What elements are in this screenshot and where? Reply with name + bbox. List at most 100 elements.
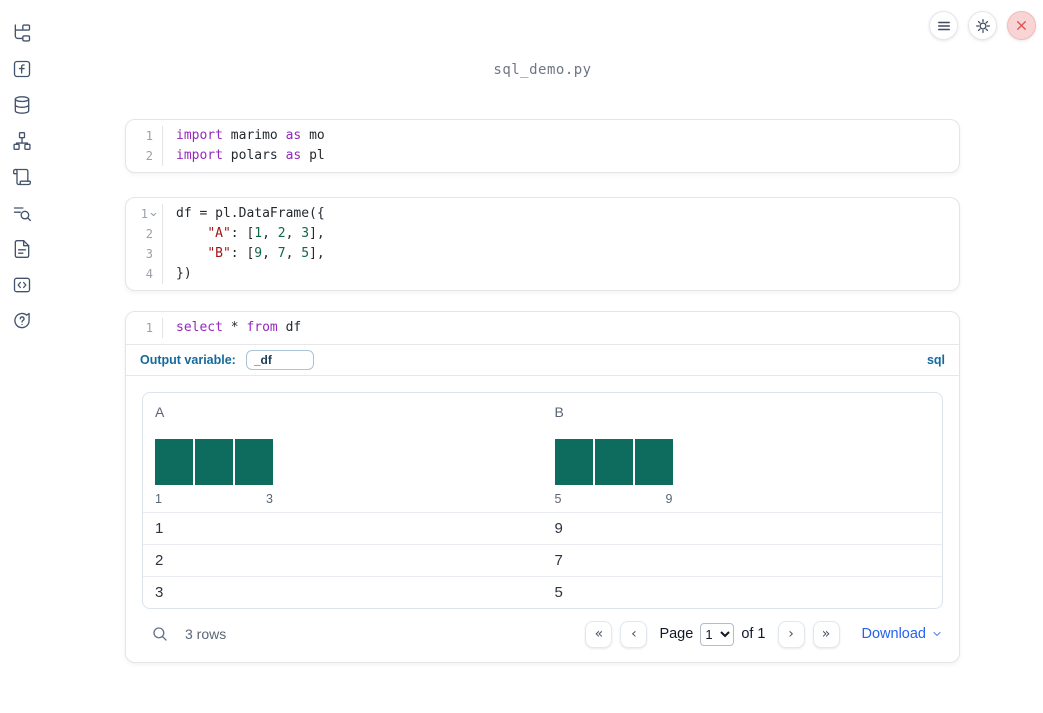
sidebar: [0, 0, 44, 713]
page-indicator: Page 1 of 1: [659, 622, 766, 646]
code-token: df = pl.DataFrame({: [176, 206, 325, 221]
function-square-icon: [13, 60, 31, 78]
code-content: import marimo as mo import polars as pl: [163, 126, 325, 166]
number-token: 5: [301, 246, 310, 261]
last-page-button[interactable]: »: [812, 620, 840, 648]
code-token: mo: [301, 128, 325, 143]
sidebar-item-scratchpad[interactable]: [12, 203, 32, 223]
code-line: df = pl.DataFrame({: [176, 204, 325, 224]
sidebar-item-variables[interactable]: [12, 59, 32, 79]
table-cell: 7: [554, 552, 563, 569]
code-content: df = pl.DataFrame({ "A": [1, 2, 3], "B":…: [163, 204, 325, 284]
table-cell: 9: [554, 520, 563, 537]
code-token: ,: [285, 246, 302, 261]
table-cell: 5: [554, 584, 563, 601]
code-token: ],: [309, 226, 325, 241]
sidebar-item-snippets[interactable]: [12, 275, 32, 295]
table-cell: 3: [155, 584, 164, 601]
sql-options-row: Output variable: sql: [126, 344, 959, 375]
sidebar-item-file-explorer[interactable]: [12, 23, 32, 43]
table-row[interactable]: 1 9: [143, 512, 942, 544]
code-token: : [: [230, 246, 255, 261]
column-label: B: [554, 404, 564, 420]
keyword-token: from: [246, 320, 278, 335]
string-token: "B": [207, 246, 231, 261]
histogram-bar: [235, 439, 273, 485]
code-editor[interactable]: 1 2 import marimo as mo import polars as…: [126, 120, 959, 172]
row-count: 3 rows: [185, 626, 227, 642]
number-token: 2: [277, 226, 286, 241]
histogram-max-label: 3: [266, 492, 273, 506]
code-line: "A": [1, 2, 3],: [176, 224, 325, 244]
code-token: polars: [222, 148, 286, 163]
code-token: ,: [262, 246, 278, 261]
histogram-max-label: 9: [665, 492, 673, 506]
sidebar-item-datasources[interactable]: [12, 95, 32, 115]
page-label: Page: [659, 626, 694, 642]
histogram-bar: [155, 439, 193, 485]
number-token: 9: [254, 246, 263, 261]
file-tree-icon: [14, 24, 31, 42]
code-cell-imports: 1 2 import marimo as mo import polars as…: [125, 119, 960, 173]
language-badge[interactable]: sql: [927, 353, 945, 367]
keyword-token: as: [285, 128, 302, 143]
output-variable-label: Output variable:: [140, 353, 236, 367]
column-header-a[interactable]: A 1 3: [143, 393, 543, 512]
histogram-min-label: 5: [554, 492, 562, 506]
code-content: select * from df: [163, 318, 301, 338]
next-page-button[interactable]: ›: [777, 620, 805, 648]
histogram-min-label: 1: [155, 492, 162, 506]
pagination: « ‹ Page 1 of 1 › » Download: [585, 620, 944, 648]
close-x-icon: [1017, 21, 1026, 30]
column-b-histogram: [554, 439, 673, 485]
first-page-button[interactable]: «: [585, 620, 613, 648]
histogram-bar: [594, 439, 633, 485]
line-number: 4: [145, 267, 153, 281]
histogram-bar: [634, 439, 673, 485]
sidebar-item-help[interactable]: [12, 311, 32, 331]
string-token: "A": [207, 226, 231, 241]
last-page-icon: »: [821, 626, 831, 642]
gear-icon: [975, 18, 990, 33]
shutdown-button[interactable]: [1007, 11, 1036, 40]
table-search-button[interactable]: [151, 625, 169, 643]
histogram-bar: [195, 439, 233, 485]
list-search-icon: [13, 207, 32, 222]
sidebar-item-documentation[interactable]: [12, 239, 32, 259]
keyword-token: as: [285, 148, 302, 163]
sidebar-item-dependencies[interactable]: [12, 131, 32, 151]
code-editor[interactable]: 1 2 3 4 df = pl.DataFrame({ "A": [1, 2, …: [126, 198, 959, 290]
table-row[interactable]: 2 7: [143, 544, 942, 576]
table-footer: 3 rows « ‹ Page 1 of 1 › » Download: [142, 618, 943, 650]
column-header-b[interactable]: B 5 9: [543, 393, 943, 512]
code-line: import marimo as mo: [176, 126, 325, 146]
number-token: 3: [301, 226, 310, 241]
fold-chevron-icon[interactable]: [149, 210, 158, 219]
page-of-label: of 1: [741, 626, 766, 642]
download-button[interactable]: Download: [862, 626, 944, 642]
sidebar-item-logs[interactable]: [12, 167, 32, 187]
code-line: select * from df: [176, 318, 301, 338]
cell-output: A 1 3 B 5 9 1 9 2 7 3 5 3 rows « ‹ Page …: [126, 375, 959, 662]
number-token: 7: [277, 246, 286, 261]
line-number: 1: [145, 129, 153, 143]
line-number: 1: [145, 321, 153, 335]
output-variable-input[interactable]: [245, 350, 314, 370]
page-select[interactable]: 1: [700, 622, 735, 646]
code-token: ,: [285, 226, 302, 241]
sql-editor[interactable]: 1 select * from df: [126, 312, 959, 344]
table-cell: 1: [155, 520, 164, 537]
keyword-token: import: [176, 128, 223, 143]
code-token: marimo: [222, 128, 286, 143]
keyword-token: select: [176, 320, 223, 335]
code-token: ],: [309, 246, 325, 261]
histogram-bar: [554, 439, 593, 485]
table-row[interactable]: 3 5: [143, 576, 942, 608]
line-number-gutter: 1 2: [126, 126, 163, 166]
line-number-text: 1: [140, 207, 148, 221]
keyword-token: import: [176, 148, 223, 163]
table-header: A 1 3 B 5 9: [143, 393, 942, 512]
prev-page-button[interactable]: ‹: [620, 620, 648, 648]
settings-button[interactable]: [968, 11, 997, 40]
